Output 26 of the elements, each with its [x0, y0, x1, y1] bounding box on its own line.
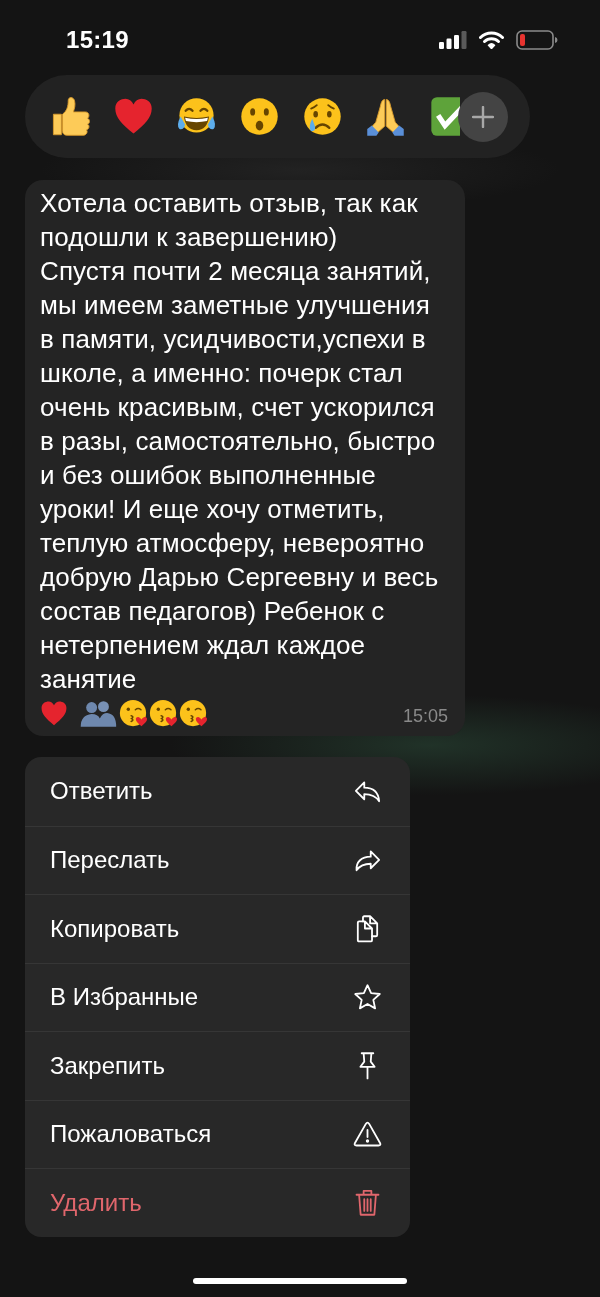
- message-time: 15:05: [402, 704, 449, 727]
- menu-item[interactable]: Переслать: [25, 825, 410, 894]
- kissing-face-icon: [148, 698, 178, 728]
- praying-hands-icon[interactable]: [365, 96, 406, 137]
- menu-item[interactable]: Ответить: [25, 757, 410, 826]
- heart-icon: [40, 699, 68, 727]
- menu-item[interactable]: В Избранные: [25, 962, 410, 1031]
- kissing-face-icon: [118, 698, 148, 728]
- battery-icon: [516, 30, 558, 50]
- people-icon: [78, 699, 118, 727]
- menu-item[interactable]: Закрепить: [25, 1031, 410, 1100]
- menu-item[interactable]: Пожаловаться: [25, 1099, 410, 1168]
- status-time: 15:19: [66, 26, 129, 54]
- crying-face-icon[interactable]: [302, 96, 343, 137]
- plus-icon: [472, 105, 494, 128]
- kissing-face-icon: [178, 698, 208, 728]
- check-mark-icon[interactable]: [430, 96, 460, 137]
- menu-item[interactable]: Копировать: [25, 894, 410, 963]
- menu-item[interactable]: Удалить: [25, 1168, 410, 1237]
- message-text: Хотела оставить отзыв, так как подошли к завершению) Спустя почти 2 месяца занятий, мы имеем заметные улучшения в памяти, усидчивости,успехи в школе, а именно: почерк стал очень красивым, счет ускорился в разы, самостоятельно, быстро и без ошибок выполненные уроки! И еще хочу отметить, теплую атмосферу, невероятно добрую Дарью Сергеевну и весь состав педагогов) Ребенок с нетерпением ждал каждое занятие: [40, 187, 440, 696]
- surprised-face-icon[interactable]: [239, 96, 280, 137]
- signal-icon: [439, 31, 467, 49]
- heart-icon[interactable]: [113, 96, 154, 137]
- add-reaction-button[interactable]: [458, 91, 508, 142]
- thumbs-up-icon[interactable]: [50, 96, 91, 137]
- wifi-icon: [479, 31, 504, 49]
